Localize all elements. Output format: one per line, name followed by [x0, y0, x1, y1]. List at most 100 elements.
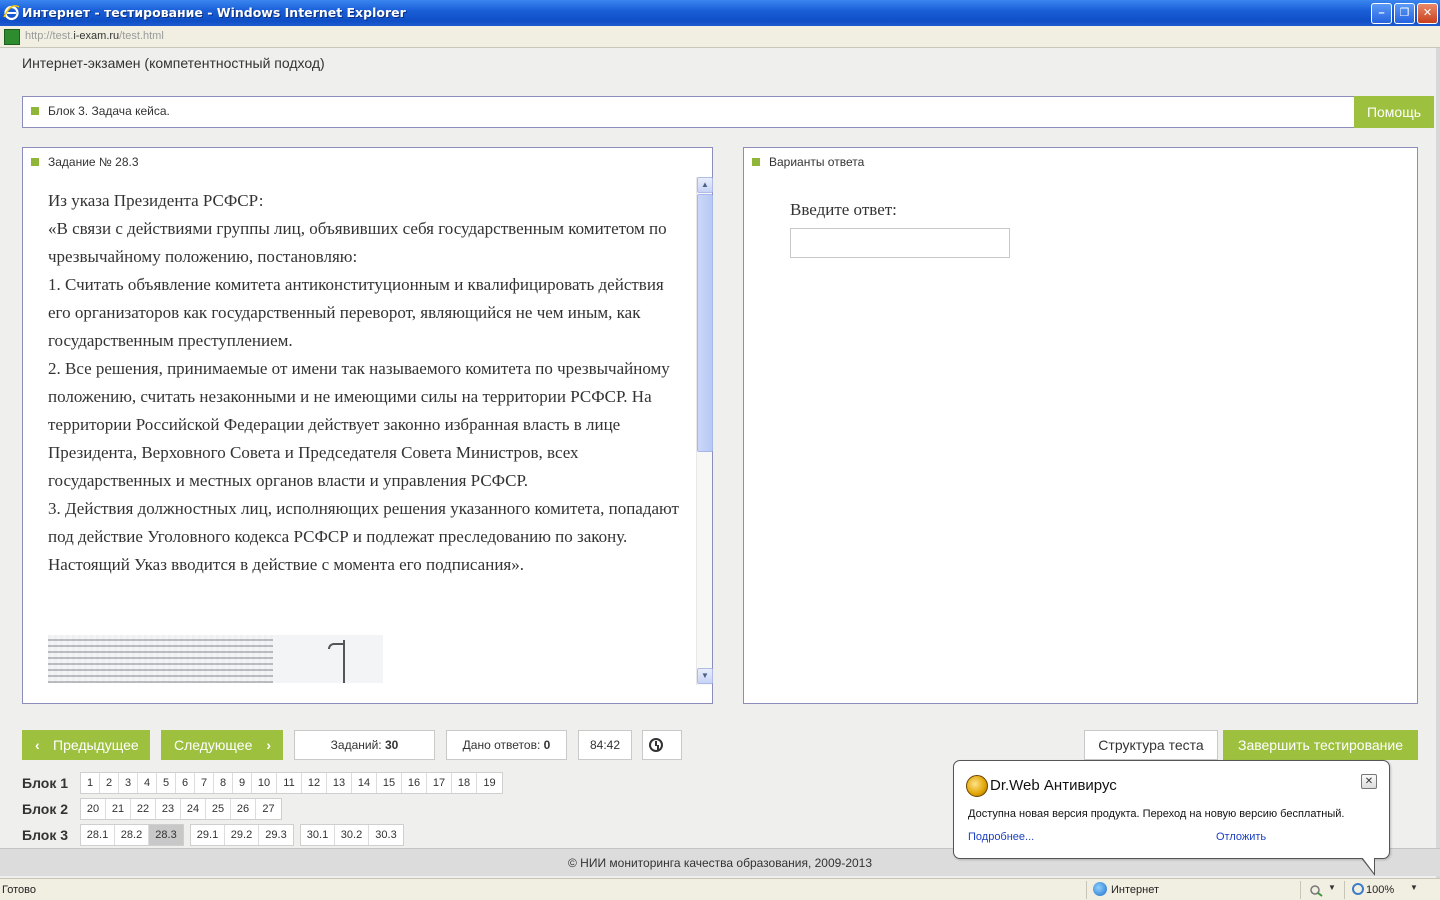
question-button[interactable]: 1 — [81, 773, 100, 793]
bullet-square-icon — [31, 158, 39, 166]
site-favicon-icon — [4, 29, 20, 45]
question-button[interactable]: 8 — [214, 773, 233, 793]
tasks-count-box: Заданий: 30 — [294, 730, 435, 760]
scroll-up-arrow-icon[interactable]: ▲ — [697, 177, 713, 193]
task-paragraph: Настоящий Указ вводится в действие с мом… — [48, 555, 524, 574]
minimize-button[interactable]: – — [1371, 3, 1392, 24]
zoom-icon[interactable] — [1352, 883, 1364, 895]
question-button[interactable]: 21 — [106, 799, 131, 819]
question-button[interactable]: 28.2 — [115, 825, 149, 845]
question-button[interactable]: 28.1 — [81, 825, 115, 845]
question-button[interactable]: 19 — [477, 773, 502, 793]
address-url[interactable]: http://test.i-exam.ru/test.html — [25, 30, 164, 42]
question-button[interactable]: 12 — [302, 773, 327, 793]
question-button[interactable]: 9 — [233, 773, 252, 793]
url-path: /test.html — [119, 30, 164, 42]
question-button[interactable]: 11 — [277, 773, 302, 793]
chevron-down-icon[interactable]: ▼ — [1410, 883, 1418, 892]
url-domain: i-exam.ru — [73, 30, 120, 42]
task-text: Из указа Президента РСФСР: «В связи с де… — [48, 187, 688, 579]
question-button[interactable]: 3 — [119, 773, 138, 793]
question-button[interactable]: 30.2 — [335, 825, 369, 845]
question-group: 1 2 3 4 5 6 7 8 9 10 11 12 13 14 15 16 17 18 19 — [80, 772, 503, 794]
status-bar: Готово Интернет ▼ 100% ▼ — [0, 878, 1440, 900]
question-button[interactable]: 7 — [195, 773, 214, 793]
bullet-square-icon — [31, 107, 39, 115]
question-button[interactable]: 25 — [206, 799, 231, 819]
clock-icon — [649, 738, 663, 752]
question-button[interactable]: 29.1 — [191, 825, 225, 845]
scroll-down-arrow-icon[interactable]: ▼ — [697, 668, 713, 684]
tasks-count: 30 — [384, 738, 399, 752]
question-button[interactable]: 29.2 — [225, 825, 259, 845]
bullet-square-icon — [752, 158, 760, 166]
globe-icon — [1093, 882, 1107, 896]
next-button[interactable]: Следующее › — [161, 730, 283, 760]
window-title: Интернет - тестирование - Windows Intern… — [22, 5, 406, 20]
question-button[interactable]: 30.1 — [301, 825, 335, 845]
timer-box: 84:42 — [578, 730, 632, 760]
question-button[interactable]: 30.3 — [369, 825, 403, 845]
postpone-link[interactable]: Отложить — [1216, 831, 1266, 843]
white-house-photo — [48, 635, 383, 683]
question-button[interactable]: 13 — [327, 773, 352, 793]
previous-button[interactable]: ‹ Предыдущее — [22, 730, 150, 760]
question-button[interactable]: 28.3 — [149, 825, 183, 845]
answers-label: Дано ответов: — [462, 738, 541, 752]
chevron-down-icon[interactable]: ▼ — [1328, 883, 1336, 892]
question-button[interactable]: 10 — [252, 773, 277, 793]
question-button[interactable]: 15 — [377, 773, 402, 793]
question-button[interactable]: 23 — [156, 799, 181, 819]
status-divider — [1300, 881, 1301, 899]
question-button[interactable]: 5 — [157, 773, 176, 793]
question-button[interactable]: 27 — [256, 799, 281, 819]
next-label: Следующее — [174, 737, 253, 753]
task-scrollbar[interactable]: ▲ ▼ — [696, 177, 713, 685]
help-button[interactable]: Помощь — [1354, 96, 1434, 128]
restore-button[interactable]: ❐ — [1394, 3, 1415, 24]
answer-input[interactable] — [790, 228, 1010, 258]
protected-mode-icon[interactable] — [1309, 883, 1323, 897]
more-info-link[interactable]: Подробнее... — [968, 831, 1034, 843]
block-row-label: Блок 2 — [22, 801, 69, 817]
block-row-label: Блок 3 — [22, 827, 69, 843]
notification-message: Доступна новая версия продукта. Переход … — [968, 808, 1345, 820]
question-button[interactable]: 14 — [352, 773, 377, 793]
answers-count-box: Дано ответов: 0 — [446, 730, 567, 760]
answer-prompt: Введите ответ: — [790, 200, 897, 219]
question-button[interactable]: 4 — [138, 773, 157, 793]
block-label-wrap: Блок 3. Задача кейса. — [31, 104, 170, 118]
question-button[interactable]: 6 — [176, 773, 195, 793]
internet-explorer-icon — [3, 5, 20, 21]
tasks-label: Заданий: — [330, 738, 382, 752]
finish-test-button[interactable]: Завершить тестирование — [1223, 730, 1418, 760]
question-button[interactable]: 2 — [100, 773, 119, 793]
answer-heading: Варианты ответа — [769, 155, 865, 169]
close-window-button[interactable]: ✕ — [1417, 3, 1438, 24]
question-button[interactable]: 29.3 — [259, 825, 293, 845]
window-titlebar: Интернет - тестирование - Windows Intern… — [0, 0, 1440, 26]
task-heading-wrap: Задание № 28.3 — [31, 155, 139, 169]
question-button[interactable]: 18 — [452, 773, 477, 793]
address-bar[interactable]: http://test.i-exam.ru/test.html — [0, 26, 1440, 48]
notification-close-button[interactable]: ✕ — [1361, 774, 1377, 789]
question-button[interactable]: 26 — [231, 799, 256, 819]
scroll-thumb[interactable] — [697, 194, 713, 452]
status-text: Готово — [2, 884, 36, 896]
question-group: 28.1 28.2 28.3 — [80, 824, 184, 846]
question-button[interactable]: 20 — [81, 799, 106, 819]
test-structure-button[interactable]: Структура теста — [1084, 730, 1218, 760]
task-paragraph: 1. Считать объявление комитета антиконст… — [48, 275, 664, 350]
question-button[interactable]: 16 — [402, 773, 427, 793]
question-button[interactable]: 17 — [427, 773, 452, 793]
zoom-level[interactable]: 100% — [1366, 884, 1394, 896]
security-zone[interactable]: Интернет — [1111, 884, 1159, 896]
question-button[interactable]: 22 — [131, 799, 156, 819]
notification-title: Dr.Web Антивирус — [990, 777, 1117, 794]
drweb-spider-icon — [966, 775, 988, 797]
question-button[interactable]: 24 — [181, 799, 206, 819]
task-paragraph: 3. Действия должностных лиц, исполняющих… — [48, 499, 679, 546]
restore-icon: ❐ — [1399, 7, 1410, 19]
url-prefix: http://test. — [25, 30, 74, 42]
drweb-notification: Dr.Web Антивирус ✕ Доступна новая версия… — [953, 760, 1390, 876]
